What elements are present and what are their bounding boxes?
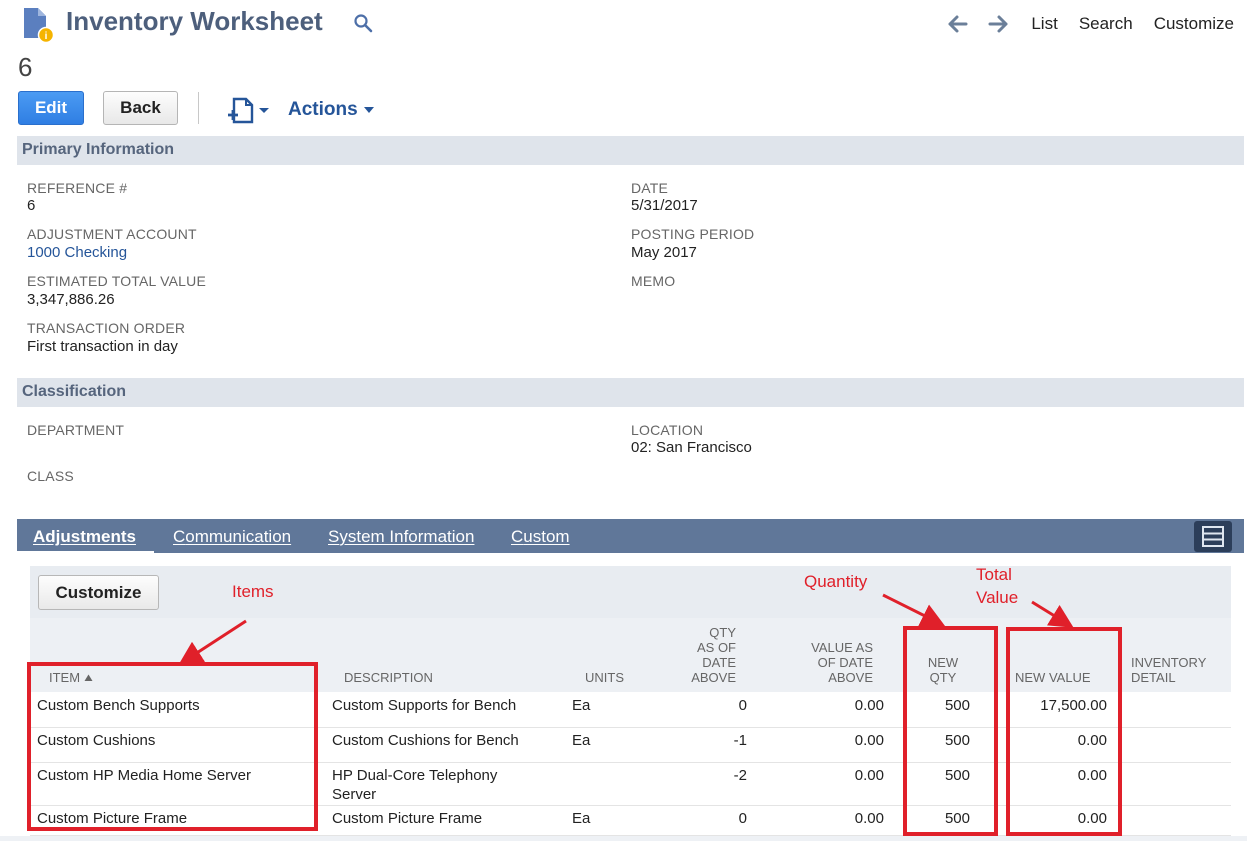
arrow-total-value bbox=[1031, 600, 1074, 628]
arrow-items bbox=[178, 619, 247, 665]
annotation-arrows bbox=[178, 593, 1074, 665]
arrow-quantity bbox=[882, 593, 946, 627]
